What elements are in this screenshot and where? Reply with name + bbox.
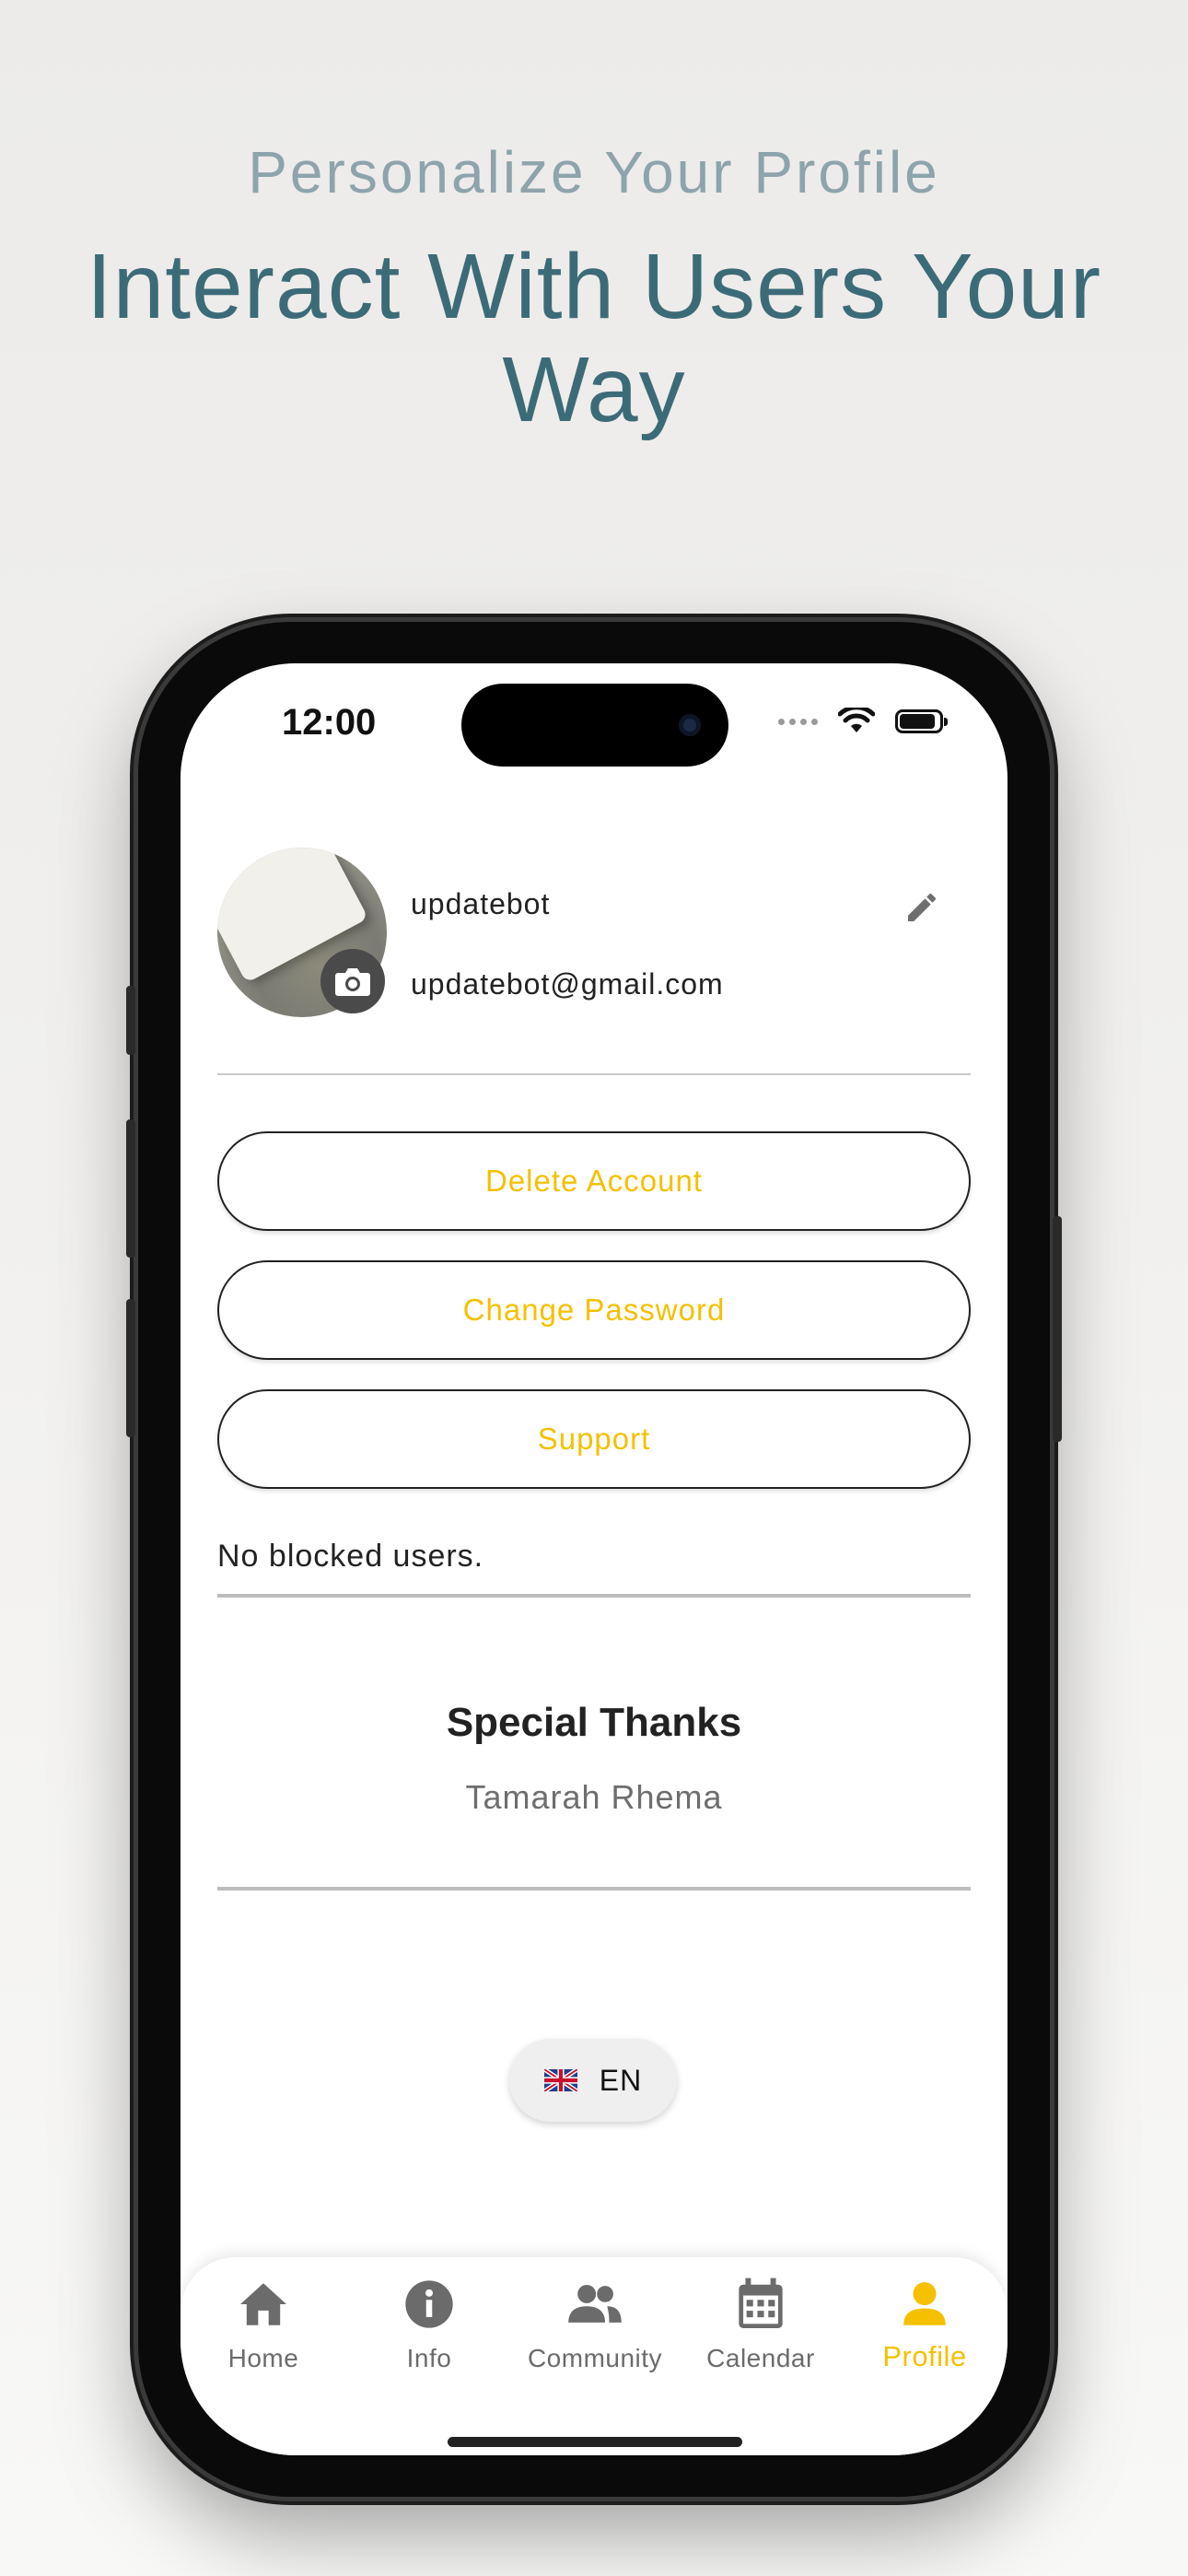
status-time: 12:00 (282, 702, 377, 743)
wifi-icon (838, 708, 875, 732)
people-icon (568, 2284, 622, 2323)
calendar-icon (739, 2277, 783, 2328)
front-camera-icon (679, 714, 701, 736)
home-icon (240, 2283, 286, 2325)
blocked-divider (217, 1594, 971, 1598)
special-thanks-name: Tamarah Rhema (465, 1778, 723, 1816)
pencil-icon (908, 893, 937, 921)
tab-home-label: Home (227, 2344, 299, 2372)
camera-icon (335, 968, 370, 996)
info-icon (405, 2280, 453, 2328)
uk-flag-icon (543, 2069, 577, 2091)
person-icon (903, 2282, 946, 2325)
promo-subtitle: Personalize Your Profile (248, 139, 940, 205)
change-password-button[interactable]: Change Password (217, 1260, 971, 1360)
tab-info-label: Info (406, 2344, 452, 2372)
power-button (1053, 1216, 1062, 1442)
cellular-signal-icon (778, 718, 818, 725)
edit-profile-button[interactable] (899, 884, 945, 931)
phone-frame: 12:00 updatebot updatebot@gmail.com Dele… (126, 622, 1062, 2497)
status-indicators (778, 708, 948, 735)
bottom-tab-bar: Home Info Community Calendar Profile (181, 2257, 1007, 2455)
tab-community-label: Community (527, 2344, 663, 2372)
special-thanks-title: Special Thanks (446, 1700, 742, 1745)
home-indicator[interactable] (448, 2437, 742, 2447)
email: updatebot@gmail.com (411, 967, 724, 1001)
credits-divider (217, 1887, 971, 1891)
tab-community[interactable]: Community (512, 2274, 678, 2373)
battery-icon (895, 709, 948, 733)
blocked-users-text: No blocked users. (217, 1539, 484, 1574)
profile-divider (217, 1073, 971, 1075)
tab-info[interactable]: Info (346, 2274, 512, 2373)
tab-calendar-label: Calendar (706, 2344, 815, 2372)
tab-profile[interactable]: Profile (842, 2274, 1007, 2373)
tab-profile-label: Profile (882, 2340, 967, 2372)
dynamic-island (461, 684, 728, 767)
app-screen: 12:00 updatebot updatebot@gmail.com Dele… (181, 663, 1007, 2455)
tab-home[interactable]: Home (181, 2274, 346, 2373)
promo-title: Interact With Users Your Way (86, 235, 1102, 441)
language-label: EN (599, 2063, 643, 2097)
delete-account-button[interactable]: Delete Account (217, 1131, 971, 1231)
volume-up-button (126, 1119, 135, 1258)
change-photo-button[interactable] (320, 949, 385, 1013)
action-button (126, 986, 135, 1055)
language-selector[interactable]: EN (509, 2039, 677, 2122)
tab-calendar[interactable]: Calendar (678, 2274, 844, 2373)
support-button[interactable]: Support (217, 1389, 971, 1489)
volume-down-button (126, 1299, 135, 1437)
username: updatebot (411, 887, 551, 920)
